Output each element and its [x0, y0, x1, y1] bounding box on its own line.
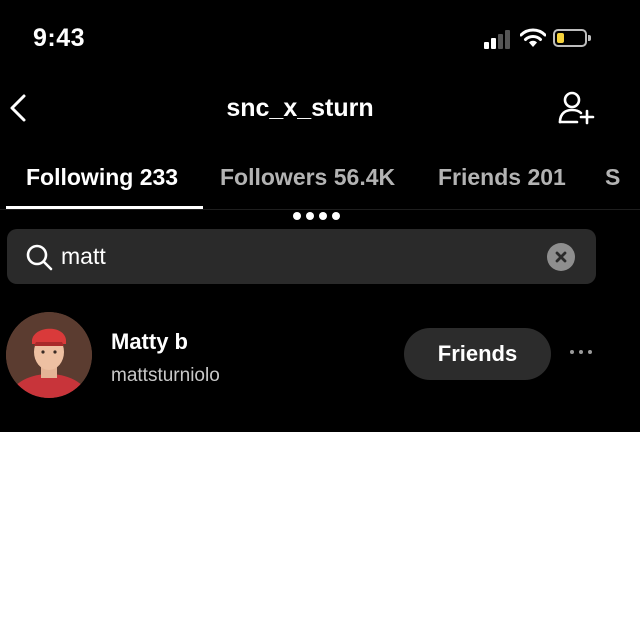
- tab-followers[interactable]: Followers 56.4K: [220, 164, 395, 191]
- user-display-name: Matty b: [111, 329, 188, 354]
- profile-username: snc_x_sturn: [0, 94, 600, 123]
- tab-following[interactable]: Following 233: [26, 164, 178, 191]
- avatar[interactable]: [6, 312, 92, 398]
- add-user-icon: [558, 91, 595, 125]
- search-input[interactable]: matt: [61, 229, 106, 284]
- pager-dots: [293, 207, 345, 220]
- tab-friends[interactable]: Friends 201: [438, 164, 566, 191]
- battery-icon: [553, 29, 591, 47]
- wifi-icon: [519, 27, 547, 49]
- user-list-item[interactable]: Matty b mattsturniolo Friends: [0, 308, 640, 403]
- tab-suggested[interactable]: S: [605, 164, 620, 191]
- tab-bar: Following 233 Followers 56.4K Friends 20…: [0, 160, 640, 210]
- search-bar[interactable]: matt: [7, 229, 596, 284]
- cellular-signal-icon: [484, 29, 516, 49]
- more-horizontal-icon[interactable]: [570, 350, 598, 358]
- clear-search-button[interactable]: [547, 243, 575, 271]
- user-handle: mattsturniolo: [111, 365, 220, 386]
- add-user-button[interactable]: [557, 90, 597, 126]
- clear-icon: [555, 251, 567, 263]
- friends-button[interactable]: Friends: [404, 328, 551, 380]
- blank-sheet: [0, 432, 640, 618]
- following-screen: 9:43 snc_x_sturn Following 233 Followers: [0, 0, 640, 432]
- search-icon: [26, 244, 53, 271]
- status-time: 9:43: [33, 24, 86, 52]
- header-username: snc_x_sturn: [226, 94, 374, 122]
